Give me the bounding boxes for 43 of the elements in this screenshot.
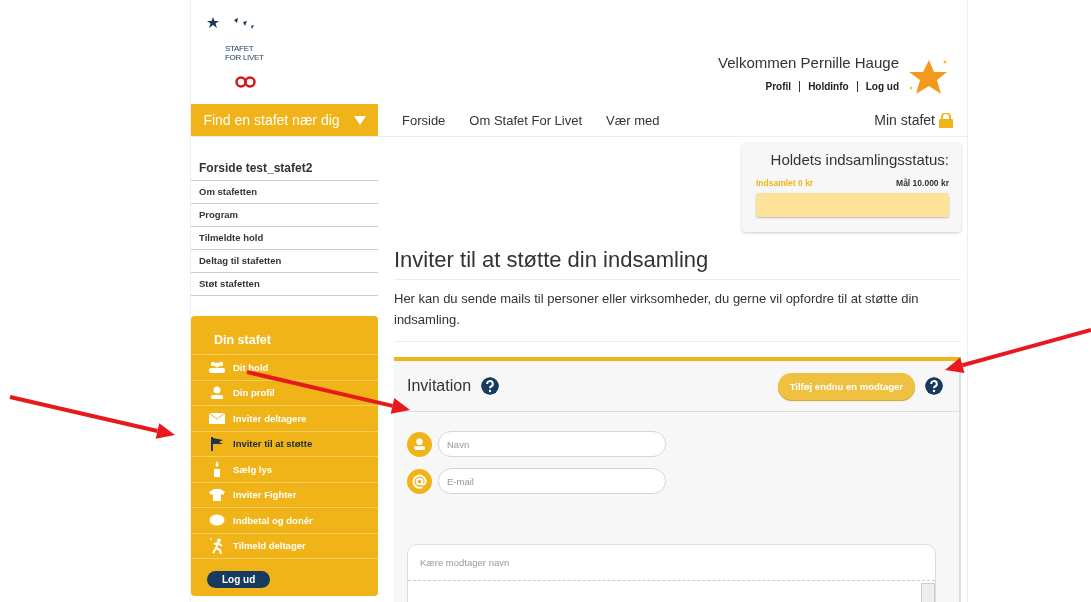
panel-menu-item[interactable]: Inviter til at støtte <box>191 431 378 457</box>
page-heading: Inviter til at støtte din indsamling <box>394 247 961 280</box>
collected-amount: Indsamlet 0 kr <box>756 178 814 188</box>
sidebar-link[interactable]: Om stafetten <box>191 181 378 204</box>
scrollbar[interactable] <box>921 583 935 602</box>
star-icon <box>907 58 949 96</box>
candle-icon <box>213 461 221 478</box>
user-link[interactable]: Log ud <box>856 81 899 92</box>
my-relay-link[interactable]: Min stafet <box>874 112 953 128</box>
sidebar-link[interactable]: Støt stafetten <box>191 273 378 296</box>
shirt-icon <box>209 488 225 501</box>
message-box[interactable]: Kære modtager navn <box>407 544 936 602</box>
sidebar-link[interactable]: Program <box>191 204 378 227</box>
nav-link[interactable]: Om Stafet For Livet <box>469 112 583 128</box>
sidebar-title[interactable]: Forside test_stafet2 <box>191 161 378 181</box>
caret-icon <box>353 115 366 125</box>
email-field[interactable]: E-mail <box>438 468 666 494</box>
panel-title: Din stafet <box>191 316 378 355</box>
lock-icon <box>939 112 953 128</box>
flag-icon <box>210 436 224 451</box>
person-icon <box>210 386 224 400</box>
user-link[interactable]: Profil <box>757 81 800 92</box>
invitation-title: Invitation <box>407 377 472 395</box>
person-icon <box>407 431 432 457</box>
help-icon[interactable] <box>925 377 943 395</box>
name-field[interactable]: Navn <box>438 431 666 457</box>
status-title: Holdets indsamlingsstatus: <box>769 151 949 168</box>
intro-text: Her kan du sende mails til personer eller virksomheder, du gerne vil opfordre til at støtte din indsamling. <box>394 280 961 342</box>
at-sign-icon <box>407 468 432 494</box>
welcome-text: Velkommen Pernille Hauge <box>718 54 899 71</box>
envelope-icon <box>209 412 225 424</box>
nav-link[interactable]: Vær med <box>606 112 660 128</box>
goal-amount: Mål 10.000 kr <box>896 178 949 188</box>
nav-link[interactable]: Forside <box>402 112 446 128</box>
sidebar-link[interactable]: Deltag til stafetten <box>191 250 378 273</box>
help-icon[interactable] <box>481 377 500 395</box>
runner-icon <box>209 537 225 554</box>
user-link[interactable]: Holdinfo <box>799 81 857 92</box>
logo-text: STAFET FOR LIVET <box>225 44 264 62</box>
recipient-greeting-field[interactable]: Kære modtager navn <box>408 545 935 581</box>
logout-button[interactable]: Log ud <box>207 571 271 588</box>
group-icon <box>208 361 226 374</box>
sidebar-link[interactable]: Tilmeldte hold <box>191 227 378 250</box>
